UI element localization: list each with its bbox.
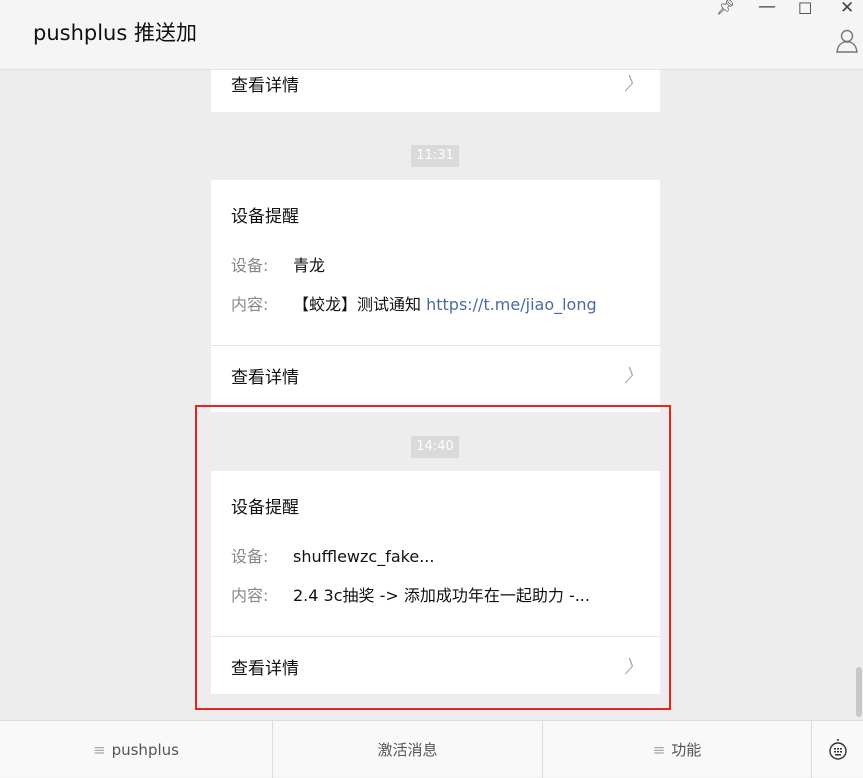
content-row: 内容: 【蛟龙】测试通知 https://t.me/jiao_long <box>231 295 597 314</box>
message-card: 设备提醒 设备: 青龙 内容: 【蛟龙】测试通知 https://t.me/jiao… <box>211 180 660 412</box>
maximize-icon[interactable]: ☐ <box>798 0 812 18</box>
message-title: 设备提醒 <box>231 207 299 227</box>
view-details-button[interactable]: 查看详情〉 <box>211 345 660 403</box>
minimize-icon[interactable]: — <box>758 0 776 17</box>
device-row: 设备: 青龙 <box>231 256 326 275</box>
view-details-button[interactable]: 查看详情〉 <box>211 70 660 112</box>
chevron-right-icon: 〉 <box>624 74 642 95</box>
menu-icon: ≡ <box>93 740 106 759</box>
scrollbar[interactable] <box>856 667 862 717</box>
title-bar: pushplus 推送加 📌︎ — ☐ ✕ <box>0 0 863 70</box>
timestamp: 11:31 <box>411 145 459 167</box>
content-link[interactable]: https://t.me/jiao_long <box>426 295 597 314</box>
user-icon[interactable] <box>835 28 859 54</box>
bottom-menu: ≡ pushplus 激活消息 ≡ 功能 <box>0 720 863 778</box>
menu-features[interactable]: ≡ 功能 <box>543 721 812 778</box>
chevron-right-icon: 〉 <box>624 366 642 387</box>
pin-icon[interactable]: 📌︎ <box>716 0 735 16</box>
menu-activate-message[interactable]: 激活消息 <box>273 721 543 778</box>
keyboard-toggle[interactable] <box>812 721 863 778</box>
close-icon[interactable]: ✕ <box>840 0 854 18</box>
message-list: 查看详情〉 11:31 设备提醒 设备: 青龙 内容: 【蛟龙】测试通知 https… <box>0 70 863 720</box>
window-title: pushplus 推送加 <box>33 21 197 45</box>
keyboard-icon <box>828 738 847 760</box>
menu-pushplus[interactable]: ≡ pushplus <box>0 721 273 778</box>
highlight-box <box>195 405 671 710</box>
menu-icon: ≡ <box>652 740 666 759</box>
message-card: 查看详情〉 <box>211 70 660 112</box>
